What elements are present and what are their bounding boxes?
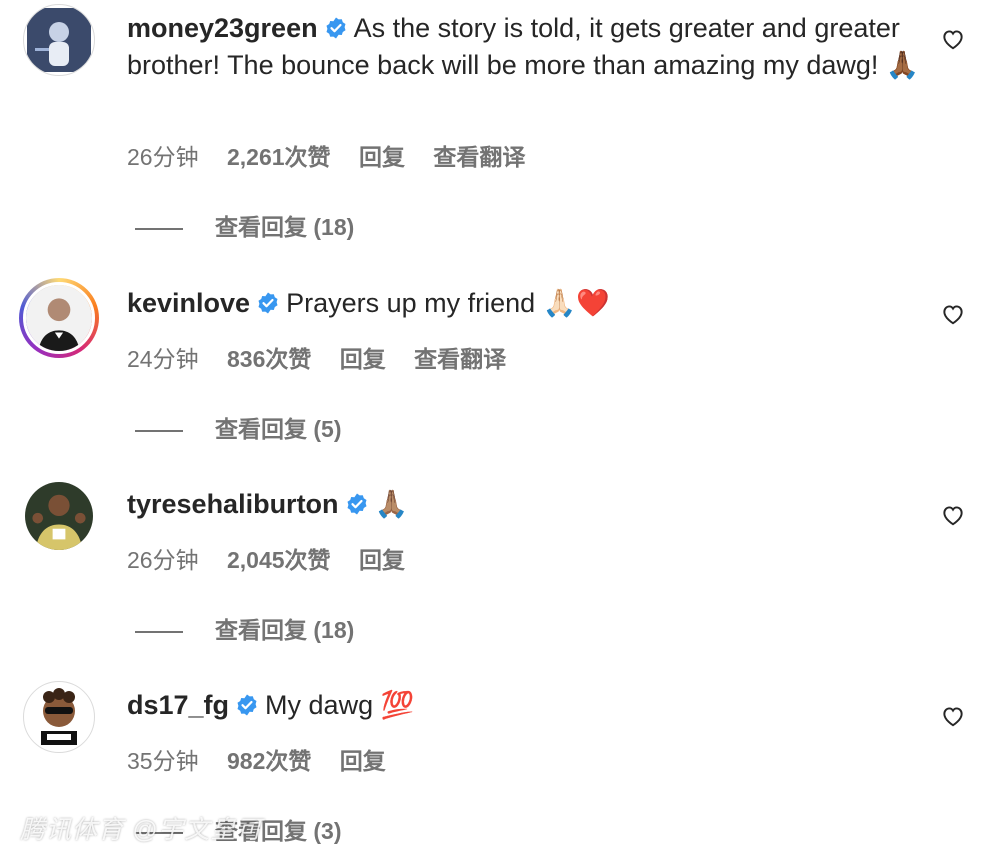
avatar-image xyxy=(25,482,93,550)
reply-button[interactable]: 回复 xyxy=(340,346,386,372)
view-replies-label: 查看回复 (5) xyxy=(215,416,342,442)
view-replies-label: 查看回复 (18) xyxy=(215,214,355,240)
view-replies-label: 查看回复 (18) xyxy=(215,617,355,643)
comment-text: 🙏🏽 xyxy=(374,489,409,519)
verified-badge-icon xyxy=(347,493,367,515)
comment-time: 26分钟 xyxy=(127,547,199,573)
watermark: 腾讯体育 @宇文皇可 xyxy=(20,816,263,844)
username[interactable]: kevinlove xyxy=(127,288,250,318)
comment-text: Prayers up my friend 🙏🏻❤️ xyxy=(286,288,610,318)
like-count[interactable]: 982次赞 xyxy=(227,748,311,774)
avatar[interactable] xyxy=(19,278,99,358)
view-replies-button[interactable]: 查看回复 (18) xyxy=(135,208,354,242)
like-count[interactable]: 2,261次赞 xyxy=(227,144,331,170)
view-replies-button[interactable]: 查看回复 (5) xyxy=(135,410,342,444)
avatar-image xyxy=(26,285,92,351)
username[interactable]: ds17_fg xyxy=(127,690,229,720)
heart-icon[interactable] xyxy=(940,26,966,52)
avatar[interactable] xyxy=(23,681,95,753)
username[interactable]: tyresehaliburton xyxy=(127,489,339,519)
verified-badge-icon xyxy=(258,292,278,314)
avatar-image xyxy=(27,8,91,72)
reply-button[interactable]: 回复 xyxy=(359,547,405,573)
view-replies-button[interactable]: 查看回复 (18) xyxy=(135,611,354,645)
verified-badge-icon xyxy=(237,694,257,716)
reply-button[interactable]: 回复 xyxy=(340,748,386,774)
divider-line xyxy=(135,630,183,633)
username[interactable]: money23green xyxy=(127,13,318,43)
comment-time: 35分钟 xyxy=(127,748,199,774)
like-count[interactable]: 836次赞 xyxy=(227,346,311,372)
divider-line xyxy=(135,227,183,230)
comment-time: 24分钟 xyxy=(127,346,199,372)
avatar-image xyxy=(27,685,91,749)
avatar[interactable] xyxy=(23,4,95,76)
heart-icon[interactable] xyxy=(940,703,966,729)
reply-button[interactable]: 回复 xyxy=(359,144,405,170)
translate-button[interactable]: 查看翻译 xyxy=(414,346,506,372)
heart-icon[interactable] xyxy=(940,502,966,528)
comment-text: My dawg 💯 xyxy=(265,690,415,720)
heart-icon[interactable] xyxy=(940,301,966,327)
avatar[interactable] xyxy=(25,482,93,550)
like-count[interactable]: 2,045次赞 xyxy=(227,547,331,573)
divider-line xyxy=(135,429,183,432)
verified-badge-icon xyxy=(326,17,346,39)
translate-button[interactable]: 查看翻译 xyxy=(433,144,525,170)
comment-time: 26分钟 xyxy=(127,144,199,170)
